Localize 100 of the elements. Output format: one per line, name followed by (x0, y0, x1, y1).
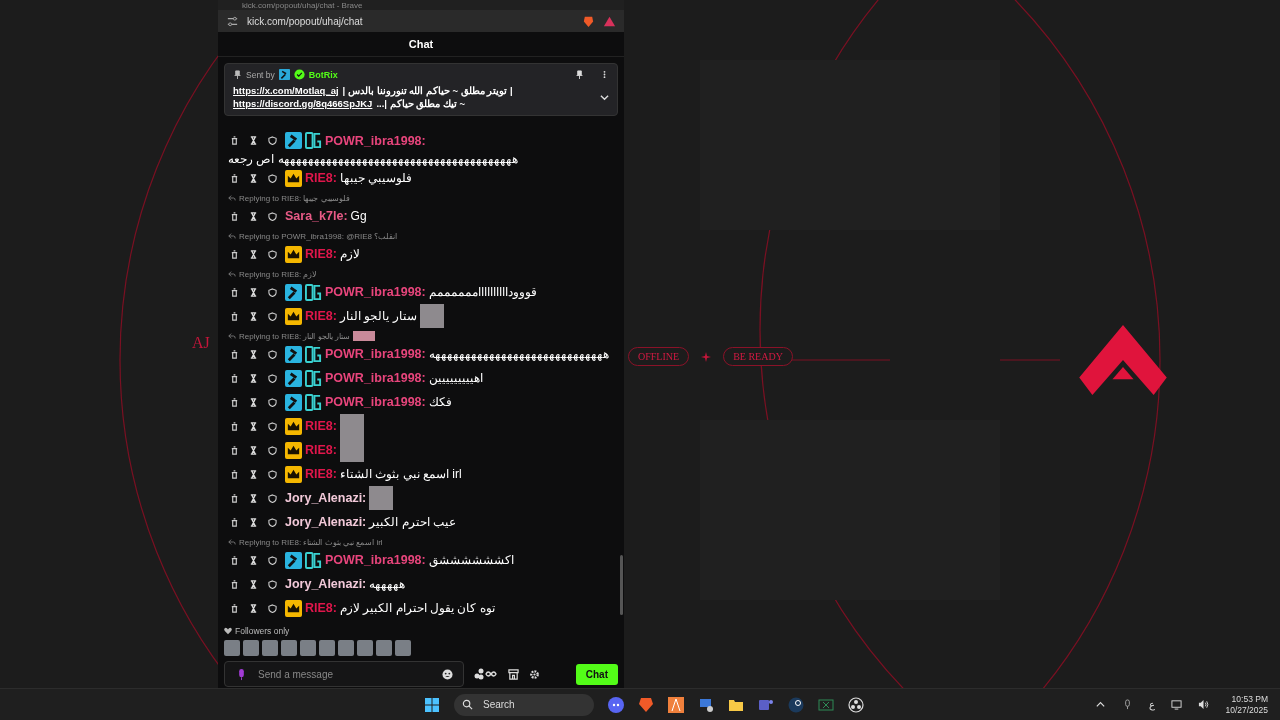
username[interactable]: RIE8: (305, 171, 337, 185)
lion-shield-icon[interactable] (638, 696, 654, 713)
hourglass-icon[interactable] (249, 211, 258, 221)
delete-icon[interactable] (230, 517, 239, 527)
chevron-up-icon[interactable] (1095, 699, 1107, 710)
username[interactable]: RIE8: (305, 601, 337, 615)
shield-icon[interactable] (268, 445, 277, 455)
settings-icon[interactable] (529, 668, 540, 680)
delete-icon[interactable] (230, 349, 239, 359)
username[interactable]: POWR_ibra1998: (325, 371, 426, 385)
delete-icon[interactable] (230, 311, 239, 321)
hourglass-icon[interactable] (249, 287, 258, 297)
message-box[interactable]: Send a message (224, 661, 464, 687)
sender-name[interactable]: BotRix (308, 69, 338, 80)
shield-icon[interactable] (268, 555, 277, 565)
username[interactable]: Jory_Alenazi: (285, 515, 367, 529)
username[interactable]: POWR_ibra1998: (325, 285, 426, 299)
hourglass-icon[interactable] (249, 517, 258, 527)
triangle-icon[interactable] (603, 14, 616, 28)
hourglass-icon[interactable] (249, 493, 258, 503)
clock-time[interactable]: 10:53 PM (1231, 693, 1268, 705)
delete-icon[interactable] (230, 469, 239, 479)
chat-send-button[interactable]: Chat (575, 663, 618, 685)
shield-icon[interactable] (268, 211, 277, 221)
hourglass-icon[interactable] (249, 445, 258, 455)
delete-icon[interactable] (230, 579, 239, 589)
hourglass-icon[interactable] (249, 173, 258, 183)
steam-icon[interactable] (788, 696, 804, 713)
delete-icon[interactable] (230, 373, 239, 383)
shield-icon[interactable] (268, 603, 277, 613)
username[interactable]: Jory_Alenazi: (285, 577, 367, 591)
app-icon[interactable] (668, 696, 684, 713)
username[interactable]: Jory_Alenazi: (285, 491, 367, 505)
username[interactable]: RIE8: (305, 309, 337, 323)
pinned-link[interactable]: https://x.com/Motlaq_aj (233, 84, 339, 97)
hourglass-icon[interactable] (249, 397, 258, 407)
shield-icon[interactable] (268, 469, 277, 479)
hourglass-icon[interactable] (249, 421, 258, 431)
shield-icon[interactable] (268, 173, 277, 183)
hourglass-icon[interactable] (249, 603, 258, 613)
delete-icon[interactable] (230, 445, 239, 455)
shield-icon[interactable] (268, 311, 277, 321)
hourglass-icon[interactable] (249, 136, 258, 145)
delete-icon[interactable] (230, 397, 239, 407)
shield-icon[interactable] (268, 373, 277, 383)
monitor-icon[interactable] (1171, 699, 1183, 710)
shield-icon[interactable] (268, 517, 277, 527)
username[interactable]: RIE8: (305, 419, 337, 433)
shield-icon[interactable] (268, 349, 277, 359)
chevron-down-icon[interactable] (600, 92, 609, 102)
hourglass-icon[interactable] (249, 349, 258, 359)
lion-shield-icon[interactable] (582, 14, 595, 28)
delete-icon[interactable] (230, 136, 239, 145)
record-icon[interactable] (848, 696, 864, 713)
pin-icon[interactable] (575, 70, 584, 79)
computer-icon[interactable] (698, 696, 714, 713)
search-input[interactable]: Search (481, 698, 585, 711)
delete-icon[interactable] (230, 173, 239, 183)
points-icon[interactable] (474, 668, 498, 680)
delete-icon[interactable] (230, 555, 239, 565)
hourglass-icon[interactable] (249, 311, 258, 321)
delete-icon[interactable] (230, 421, 239, 431)
speaker-icon[interactable] (1198, 699, 1210, 710)
emoji-icon[interactable] (442, 668, 453, 680)
hourglass-icon[interactable] (249, 579, 258, 589)
delete-icon[interactable] (230, 493, 239, 503)
username[interactable]: POWR_ibra1998: (325, 553, 426, 567)
shield-icon[interactable] (268, 493, 277, 503)
shield-icon[interactable] (268, 136, 277, 145)
username[interactable]: Sara_k7le: (285, 209, 348, 223)
delete-icon[interactable] (230, 249, 239, 259)
delete-icon[interactable] (230, 603, 239, 613)
username[interactable]: RIE8: (305, 467, 337, 481)
shield-icon[interactable] (268, 249, 277, 259)
delete-icon[interactable] (230, 287, 239, 297)
username[interactable]: POWR_ibra1998: (325, 347, 426, 361)
scrollbar-thumb[interactable] (620, 555, 623, 615)
store-icon[interactable] (508, 668, 519, 680)
shield-icon[interactable] (268, 287, 277, 297)
hourglass-icon[interactable] (249, 469, 258, 479)
hourglass-icon[interactable] (249, 373, 258, 383)
shield-icon[interactable] (268, 421, 277, 431)
spreadsheet-icon[interactable] (818, 696, 834, 713)
clock-date[interactable]: 10/27/2025 (1225, 704, 1268, 716)
delete-icon[interactable] (230, 211, 239, 221)
hourglass-icon[interactable] (249, 249, 258, 259)
search-field[interactable]: Search (454, 693, 594, 716)
username[interactable]: POWR_ibra1998: (325, 395, 426, 409)
discord-icon[interactable] (608, 696, 624, 713)
username[interactable]: RIE8: (305, 443, 337, 457)
shield-icon[interactable] (268, 579, 277, 589)
username[interactable]: RIE8: (305, 247, 337, 261)
message-input[interactable]: Send a message (256, 667, 434, 681)
start-icon[interactable] (424, 696, 440, 713)
pinned-link[interactable]: https://discord.gg/8q466SpJKJ (233, 97, 373, 110)
input-language[interactable]: ع (1149, 699, 1156, 710)
username[interactable]: POWR_ibra1998: (325, 133, 426, 148)
hourglass-icon[interactable] (249, 555, 258, 565)
shield-icon[interactable] (268, 397, 277, 407)
site-settings-icon[interactable] (226, 14, 239, 28)
